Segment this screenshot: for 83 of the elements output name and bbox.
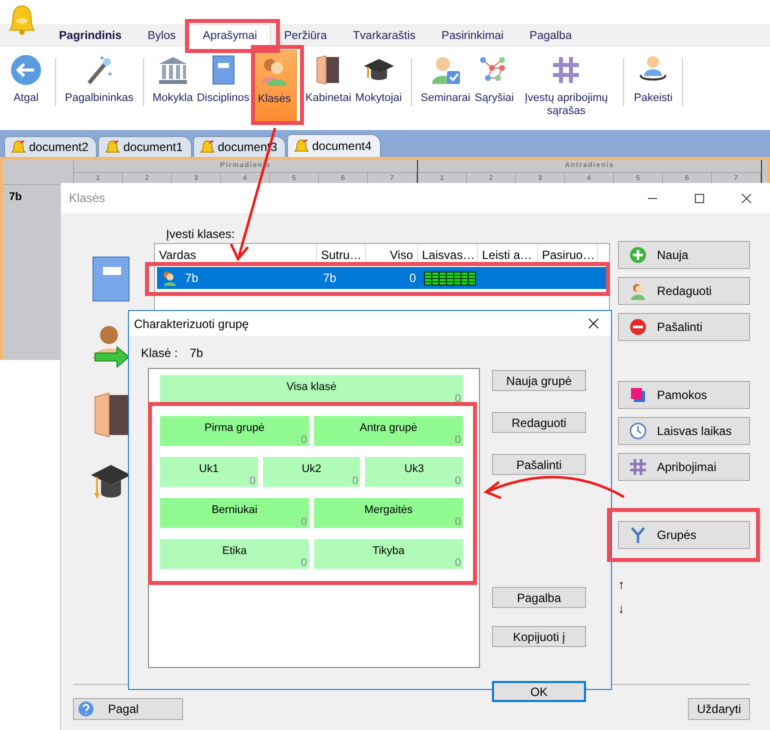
column-header[interactable]: Leisti a… xyxy=(478,244,538,265)
ribbon-button[interactable]: Kabinetai xyxy=(303,50,354,122)
squares-icon xyxy=(629,386,647,404)
list-label: Įvesti klases: xyxy=(166,227,236,243)
menu-tab[interactable]: Pagrindinis xyxy=(46,24,135,47)
close-button[interactable]: Uždaryti xyxy=(688,698,750,720)
side-button[interactable]: Pašalinti xyxy=(618,313,750,341)
group-tile[interactable]: Etika 0 xyxy=(160,539,309,569)
column-header[interactable]: Viso xyxy=(366,244,418,265)
column-header[interactable]: Vardas xyxy=(155,244,317,265)
group-tile[interactable]: Uk1 0 xyxy=(160,457,258,487)
menu-tab[interactable]: Peržiūra xyxy=(271,24,340,47)
building-icon xyxy=(156,54,189,86)
side-button[interactable]: Pamokos xyxy=(618,381,750,409)
dialog-button[interactable]: Redaguoti xyxy=(492,412,586,433)
class-value: 7b xyxy=(190,346,204,362)
side-button[interactable]: Grupės xyxy=(618,521,750,549)
document-tab[interactable]: document2 xyxy=(4,136,98,157)
column-header[interactable]: Sutru… xyxy=(317,244,366,265)
help-button[interactable]: Pagal xyxy=(73,698,183,720)
person-icon xyxy=(629,282,647,300)
menu-tab[interactable]: Aprašymai xyxy=(188,24,272,47)
ribbon-button[interactable]: Pakeisti xyxy=(631,50,676,122)
bell-icon xyxy=(294,138,310,154)
menu-tab[interactable]: Bylos xyxy=(134,24,189,47)
group-tile[interactable]: Uk2 0 xyxy=(262,457,360,487)
bell-logo-icon xyxy=(8,4,36,36)
hash-icon xyxy=(629,458,647,476)
bell-icon xyxy=(105,140,120,154)
ribbon-button[interactable]: Mokytojai xyxy=(353,50,404,122)
dialog-button[interactable]: Kopijuoti į xyxy=(492,626,586,647)
close-icon[interactable] xyxy=(588,318,599,329)
plus-icon xyxy=(629,246,647,264)
table-cell: 7b xyxy=(185,271,198,285)
group-tile[interactable]: Antra grupė 0 xyxy=(314,416,463,446)
group-tile[interactable]: Pirma grupė 0 xyxy=(160,416,309,446)
bell-icon xyxy=(11,140,26,154)
ribbon-button[interactable]: Sąryšiai xyxy=(472,50,516,122)
ribbon-button[interactable]: Mokykla xyxy=(150,50,195,122)
dialog-button[interactable]: Pašalinti xyxy=(492,454,586,475)
ribbon-button[interactable]: Įvestų apribojimų sąrašas xyxy=(516,50,616,122)
move-up-button[interactable]: ↑ xyxy=(618,577,628,593)
move-down-button[interactable]: ↓ xyxy=(618,601,628,617)
column-header[interactable]: Laisvas… xyxy=(418,244,478,265)
clock-icon xyxy=(629,422,647,440)
document-tab[interactable]: document4 xyxy=(287,134,380,157)
ribbon-button[interactable]: Pagalbininkas xyxy=(63,50,136,122)
side-button[interactable]: Laisvas laikas xyxy=(618,417,750,445)
class-label: Klasė : xyxy=(141,346,178,362)
side-button[interactable]: Nauja xyxy=(618,241,750,269)
table-cell: 7b xyxy=(323,271,336,285)
ribbon-button[interactable]: Disciplinos xyxy=(194,50,252,122)
menu-tab[interactable]: Pagalba xyxy=(516,24,585,47)
group-tile[interactable]: Mergaitės 0 xyxy=(314,498,463,528)
people-icon xyxy=(161,270,177,286)
availability-grid-icon xyxy=(424,270,476,286)
side-button[interactable]: Apribojimai xyxy=(618,453,750,481)
dialog-title: Charakterizuoti grupę xyxy=(134,316,250,330)
bell-icon xyxy=(200,140,215,154)
group-tile[interactable]: Tikyba 0 xyxy=(314,539,463,569)
group-tile[interactable]: Visa klasė 0 xyxy=(160,375,463,405)
ribbon-button[interactable]: Seminarai xyxy=(418,50,472,122)
person-check-icon xyxy=(430,54,462,86)
minus-icon xyxy=(629,318,647,336)
document-tab[interactable]: document1 xyxy=(98,136,192,157)
window-title: Klasės xyxy=(69,191,106,205)
ok-button[interactable]: OK xyxy=(492,681,586,702)
maximize-icon[interactable] xyxy=(694,192,705,204)
menu-tab[interactable]: Tvarkaraštis xyxy=(340,24,429,47)
table-cell: 0 xyxy=(409,271,416,285)
book-icon xyxy=(91,255,131,303)
dialog-button[interactable]: Nauja grupė xyxy=(492,370,586,391)
list-row[interactable]: 7b 7b 0 xyxy=(157,267,607,289)
dialog-button[interactable]: Pagalba xyxy=(492,587,586,608)
group-tile[interactable]: Berniukai 0 xyxy=(160,498,309,528)
menu-tab[interactable]: Pasirinkimai xyxy=(428,24,517,47)
group-tile[interactable]: Uk3 0 xyxy=(365,457,464,487)
column-header[interactable]: Pasiruo… xyxy=(538,244,598,265)
ribbon-button[interactable]: Atgal xyxy=(4,50,48,122)
side-button[interactable]: Redaguoti xyxy=(618,277,750,305)
help-icon xyxy=(78,701,94,717)
branch-icon xyxy=(629,526,647,544)
close-icon[interactable] xyxy=(741,192,752,204)
